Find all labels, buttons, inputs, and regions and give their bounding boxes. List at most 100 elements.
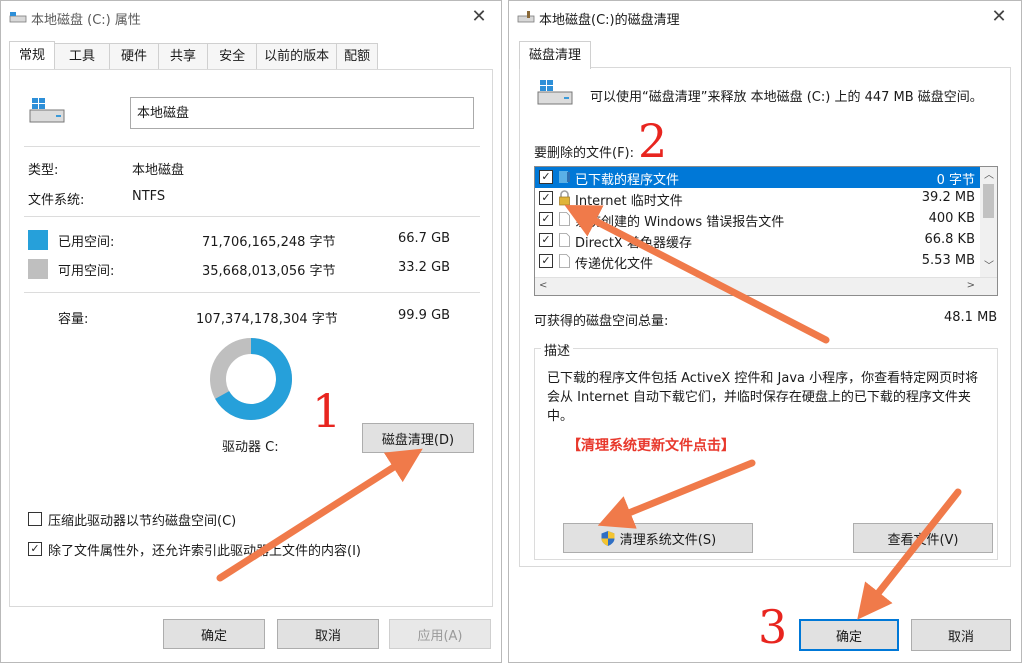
file-name: Internet 临时文件 [575,194,683,209]
clean-system-files-button[interactable]: 清理系统文件(S) [563,523,753,553]
tab-bar: 常规 工具 硬件 共享 安全 以前的版本 配额 [9,41,379,69]
list-item[interactable]: ✓ 传递优化文件 5.53 MB [535,251,981,272]
free-space-bytes: 35,668,013,056 字节 [202,264,336,279]
file-name: DirectX 着色器缓存 [575,236,692,251]
step-number-1: 1 [312,384,342,438]
window-title: 本地磁盘 (C:) 属性 [31,13,141,28]
file-name: 传递优化文件 [575,257,654,272]
filesystem-value: NTFS [132,189,166,204]
file-name: 已下载的程序文件 [575,173,680,188]
tab-hardware[interactable]: 硬件 [109,43,160,69]
file-checkbox[interactable]: ✓ [539,191,553,205]
used-space-size: 66.7 GB [398,231,451,246]
list-item[interactable]: ✓ 系统创建的 Windows 错误报告文件 400 KB [535,209,981,230]
close-icon[interactable]: ✕ [989,7,1009,27]
index-checkbox[interactable]: ✓ [28,542,42,556]
scroll-down-icon[interactable]: ﹀ [984,261,994,273]
close-icon[interactable]: ✕ [469,7,489,27]
disk-cleanup-window: 本地磁盘(C:)的磁盘清理 ✕ 磁盘清理 可以使用“磁盘清理”来释放 本地磁盘 … [508,0,1022,663]
cleanup-intro-text: 可以使用“磁盘清理”来释放 本地磁盘 (C:) 上的 447 MB 磁盘空间。 [590,90,983,105]
files-list: ✓ 已下载的程序文件 0 字节 ✓ Internet 临时文件 39.2 MB … [534,166,998,296]
list-item[interactable]: ✓ DirectX 着色器缓存 66.8 KB [535,230,981,251]
shield-icon [601,530,615,546]
disk-cleanup-button[interactable]: 磁盘清理(D) [362,423,474,453]
drive-large-icon [29,98,65,123]
horizontal-scrollbar[interactable]: < > [535,277,997,295]
disk-cleanup-panel: 可以使用“磁盘清理”来释放 本地磁盘 (C:) 上的 447 MB 磁盘空间。 … [519,67,1011,567]
disk-cleanup-icon [517,11,535,23]
scroll-right-icon[interactable]: > [967,280,975,292]
step-number-3: 3 [758,600,788,654]
title-bar: 本地磁盘 (C:) 属性 ✕ [1,1,501,35]
title-bar: 本地磁盘(C:)的磁盘清理 ✕ [509,1,1021,35]
list-item[interactable]: ✓ 已下载的程序文件 0 字节 [535,167,981,188]
lock-icon [559,190,570,206]
drive-letter-label: 驱动器 C: [222,440,279,455]
tab-previous-versions[interactable]: 以前的版本 [256,43,338,69]
tab-bar: 磁盘清理 [519,41,592,69]
usage-donut [210,338,292,420]
vertical-scrollbar[interactable]: ︿ ﹀ [980,167,997,277]
description-legend: 描述 [541,340,574,359]
window-title: 本地磁盘(C:)的磁盘清理 [539,13,680,28]
used-space-label: 已用空间: [58,235,115,250]
drive-properties-window: 本地磁盘 (C:) 属性 ✕ 常规 工具 硬件 共享 安全 以前的版本 配额 本… [0,0,502,663]
scroll-left-icon[interactable]: < [539,280,547,292]
tab-quota[interactable]: 配额 [336,43,379,69]
compress-label: 压缩此驱动器以节约磁盘空间(C) [48,514,237,529]
file-size: 5.53 MB [921,253,975,268]
drive-icon [9,12,27,23]
file-checkbox[interactable]: ✓ [539,212,553,226]
description-group: 描述 已下载的程序文件包括 ActiveX 控件和 Java 小程序，你查看特定… [534,340,998,560]
view-files-button[interactable]: 查看文件(V) [853,523,993,553]
filesystem-label: 文件系统: [28,193,85,208]
document-icon [559,212,570,226]
total-space-label: 可获得的磁盘空间总量: [534,314,669,329]
free-space-size: 33.2 GB [398,260,451,275]
index-label: 除了文件属性外，还允许索引此驱动器上文件的内容(I) [48,544,361,559]
apply-button[interactable]: 应用(A) [389,619,491,649]
scroll-up-icon[interactable]: ︿ [984,170,994,182]
total-space-value: 48.1 MB [944,310,998,325]
free-space-label: 可用空间: [58,264,115,279]
document-icon [559,254,570,268]
type-value: 本地磁盘 [132,163,185,178]
capacity-bytes: 107,374,178,304 字节 [196,312,338,327]
file-checkbox[interactable]: ✓ [539,254,553,268]
file-name: 系统创建的 Windows 错误报告文件 [575,215,785,230]
list-item[interactable]: ✓ Internet 临时文件 39.2 MB [535,188,981,209]
ok-button[interactable]: 确定 [163,619,265,649]
step-number-2: 2 [638,114,668,168]
tab-security[interactable]: 安全 [207,43,258,69]
folder-icon [559,171,570,183]
cancel-button[interactable]: 取消 [911,619,1011,651]
file-size: 400 KB [928,211,975,226]
drive-name-input[interactable]: 本地磁盘 [130,97,474,129]
compress-checkbox[interactable] [28,512,42,526]
tab-general[interactable]: 常规 [9,41,56,69]
tab-tools[interactable]: 工具 [54,43,111,69]
file-size: 66.8 KB [924,232,975,247]
document-icon [559,233,570,247]
files-to-delete-label: 要删除的文件(F): [534,146,635,161]
capacity-label: 容量: [58,312,89,327]
general-tab-panel: 本地磁盘 类型: 本地磁盘 文件系统: NTFS 已用空间: 71,706,16… [9,69,493,607]
cancel-button[interactable]: 取消 [277,619,379,649]
divider [24,292,480,293]
free-space-swatch [28,259,48,279]
scrollbar-thumb[interactable] [983,184,994,218]
capacity-size: 99.9 GB [398,308,451,323]
file-checkbox[interactable]: ✓ [539,170,553,184]
drive-large-icon [537,80,573,105]
file-size: 0 字节 [936,173,975,188]
tab-sharing[interactable]: 共享 [158,43,209,69]
description-text: 已下载的程序文件包括 ActiveX 控件和 Java 小程序，你查看特定网页时… [547,371,979,424]
divider [24,146,480,147]
file-checkbox[interactable]: ✓ [539,233,553,247]
divider [24,216,480,217]
tab-disk-cleanup[interactable]: 磁盘清理 [519,41,592,69]
ok-button[interactable]: 确定 [799,619,899,651]
annotation-hint: 【清理系统更新文件点击】 [567,438,735,454]
file-size: 39.2 MB [921,190,975,205]
used-space-swatch [28,230,48,250]
